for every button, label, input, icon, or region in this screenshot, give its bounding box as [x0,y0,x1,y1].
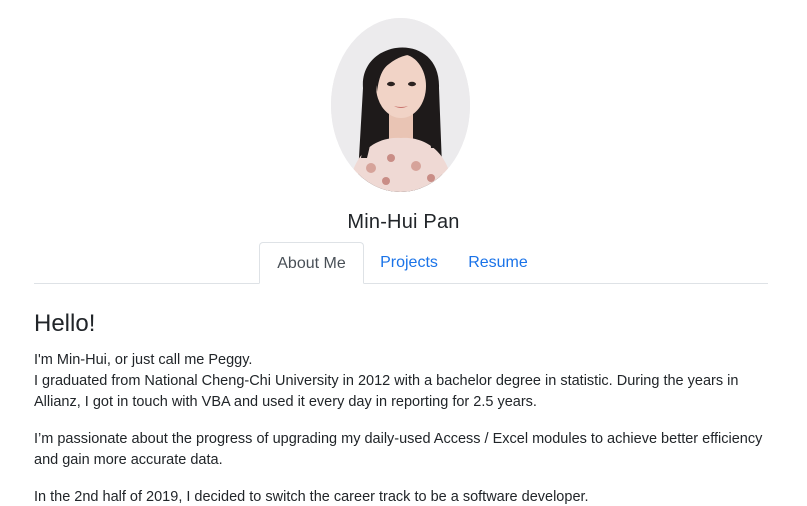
tab-projects[interactable]: Projects [368,242,450,283]
profile-name: Min-Hui Pan [347,211,460,233]
about-content: Hello! I'm Min-Hui, or just call me Pegg… [34,308,774,506]
about-paragraph-2: I’m passionate about the progress of upg… [34,431,763,468]
about-paragraph-1: I'm Min-Hui, or just call me Peggy. I gr… [34,350,774,413]
tab-resume[interactable]: Resume [460,242,536,283]
nav-tabs: About Me Projects Resume [34,242,768,284]
education-text: I graduated from National Cheng-Chi Univ… [34,373,739,410]
about-paragraph-3: In the 2nd half of 2019, I decided to sw… [34,489,589,505]
tab-about-me[interactable]: About Me [259,242,364,284]
about-heading: Hello! [34,310,96,337]
intro-line: I'm Min-Hui, or just call me Peggy. [34,352,253,368]
profile-photo [331,18,470,192]
